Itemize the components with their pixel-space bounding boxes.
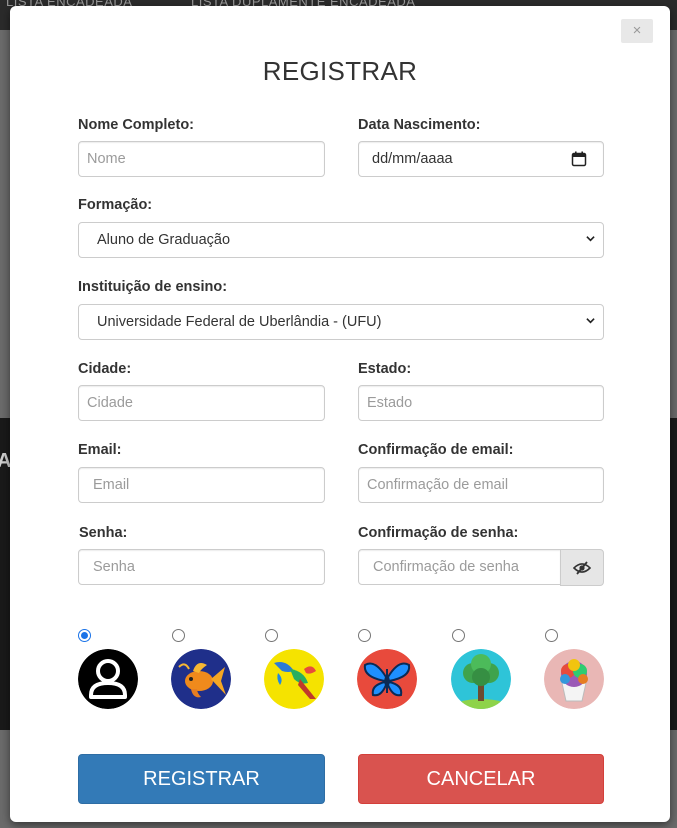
chevron-down-icon: [586, 318, 595, 324]
instituicao-label: Instituição de ensino:: [78, 279, 228, 295]
estado-label: Estado:: [358, 361, 412, 377]
cancel-button[interactable]: CANCELAR: [358, 754, 604, 804]
chevron-down-icon: [586, 236, 595, 242]
goldfish-icon: [171, 649, 231, 709]
email-input[interactable]: [78, 467, 325, 503]
modal-title: REGISTRAR: [262, 56, 418, 86]
avatar-radio-goldfish[interactable]: [172, 629, 185, 642]
cidade-input[interactable]: [78, 385, 325, 421]
formacao-label: Formação:: [78, 197, 153, 213]
butterfly-icon: [357, 649, 417, 709]
parrot-icon: [264, 649, 324, 709]
email-confirm-label: Confirmação de email:: [358, 442, 514, 458]
avatar-radio-butterfly[interactable]: [358, 629, 371, 642]
nome-input[interactable]: [78, 141, 325, 177]
nascimento-date-input[interactable]: dd/mm/aaaa: [358, 141, 604, 177]
email-label: Email:: [78, 442, 122, 458]
nascimento-label: Data Nascimento:: [358, 117, 481, 133]
avatar-parrot[interactable]: [264, 649, 324, 709]
estado-input[interactable]: [358, 385, 604, 421]
cidade-label: Cidade:: [78, 361, 132, 377]
person-icon: [78, 649, 138, 709]
close-button[interactable]: ×: [621, 19, 653, 43]
cupcake-icon: [544, 649, 604, 709]
formacao-select[interactable]: Aluno de Graduação: [78, 222, 604, 258]
register-modal: × REGISTRAR Nome Completo: Data Nascimen…: [10, 6, 670, 822]
avatar-butterfly[interactable]: [357, 649, 417, 709]
avatar-goldfish[interactable]: [171, 649, 231, 709]
email-confirm-input[interactable]: [358, 467, 604, 503]
avatar-radio-parrot[interactable]: [265, 629, 278, 642]
senha-confirm-input[interactable]: [358, 549, 561, 585]
eye-slash-icon: [573, 560, 591, 575]
tree-icon: [451, 649, 511, 709]
avatar-cupcake[interactable]: [544, 649, 604, 709]
nome-label: Nome Completo:: [78, 117, 194, 133]
avatar-radio-person[interactable]: [78, 629, 91, 642]
senha-confirm-label: Confirmação de senha:: [358, 525, 519, 541]
avatar-person[interactable]: [78, 649, 138, 709]
instituicao-selected-value: Universidade Federal de Uberlândia - (UF…: [97, 314, 382, 330]
formacao-selected-value: Aluno de Graduação: [97, 232, 231, 248]
avatar-tree[interactable]: [451, 649, 511, 709]
senha-input[interactable]: [78, 549, 325, 585]
avatar-radio-cupcake[interactable]: [545, 629, 558, 642]
toggle-password-button[interactable]: [560, 549, 604, 586]
calendar-icon[interactable]: [571, 151, 587, 171]
register-button[interactable]: REGISTRAR: [78, 754, 325, 804]
senha-label: Senha:: [79, 525, 128, 541]
date-format-text: dd/mm/aaaa: [372, 151, 453, 167]
instituicao-select[interactable]: Universidade Federal de Uberlândia - (UF…: [78, 304, 604, 340]
avatar-radio-tree[interactable]: [452, 629, 465, 642]
